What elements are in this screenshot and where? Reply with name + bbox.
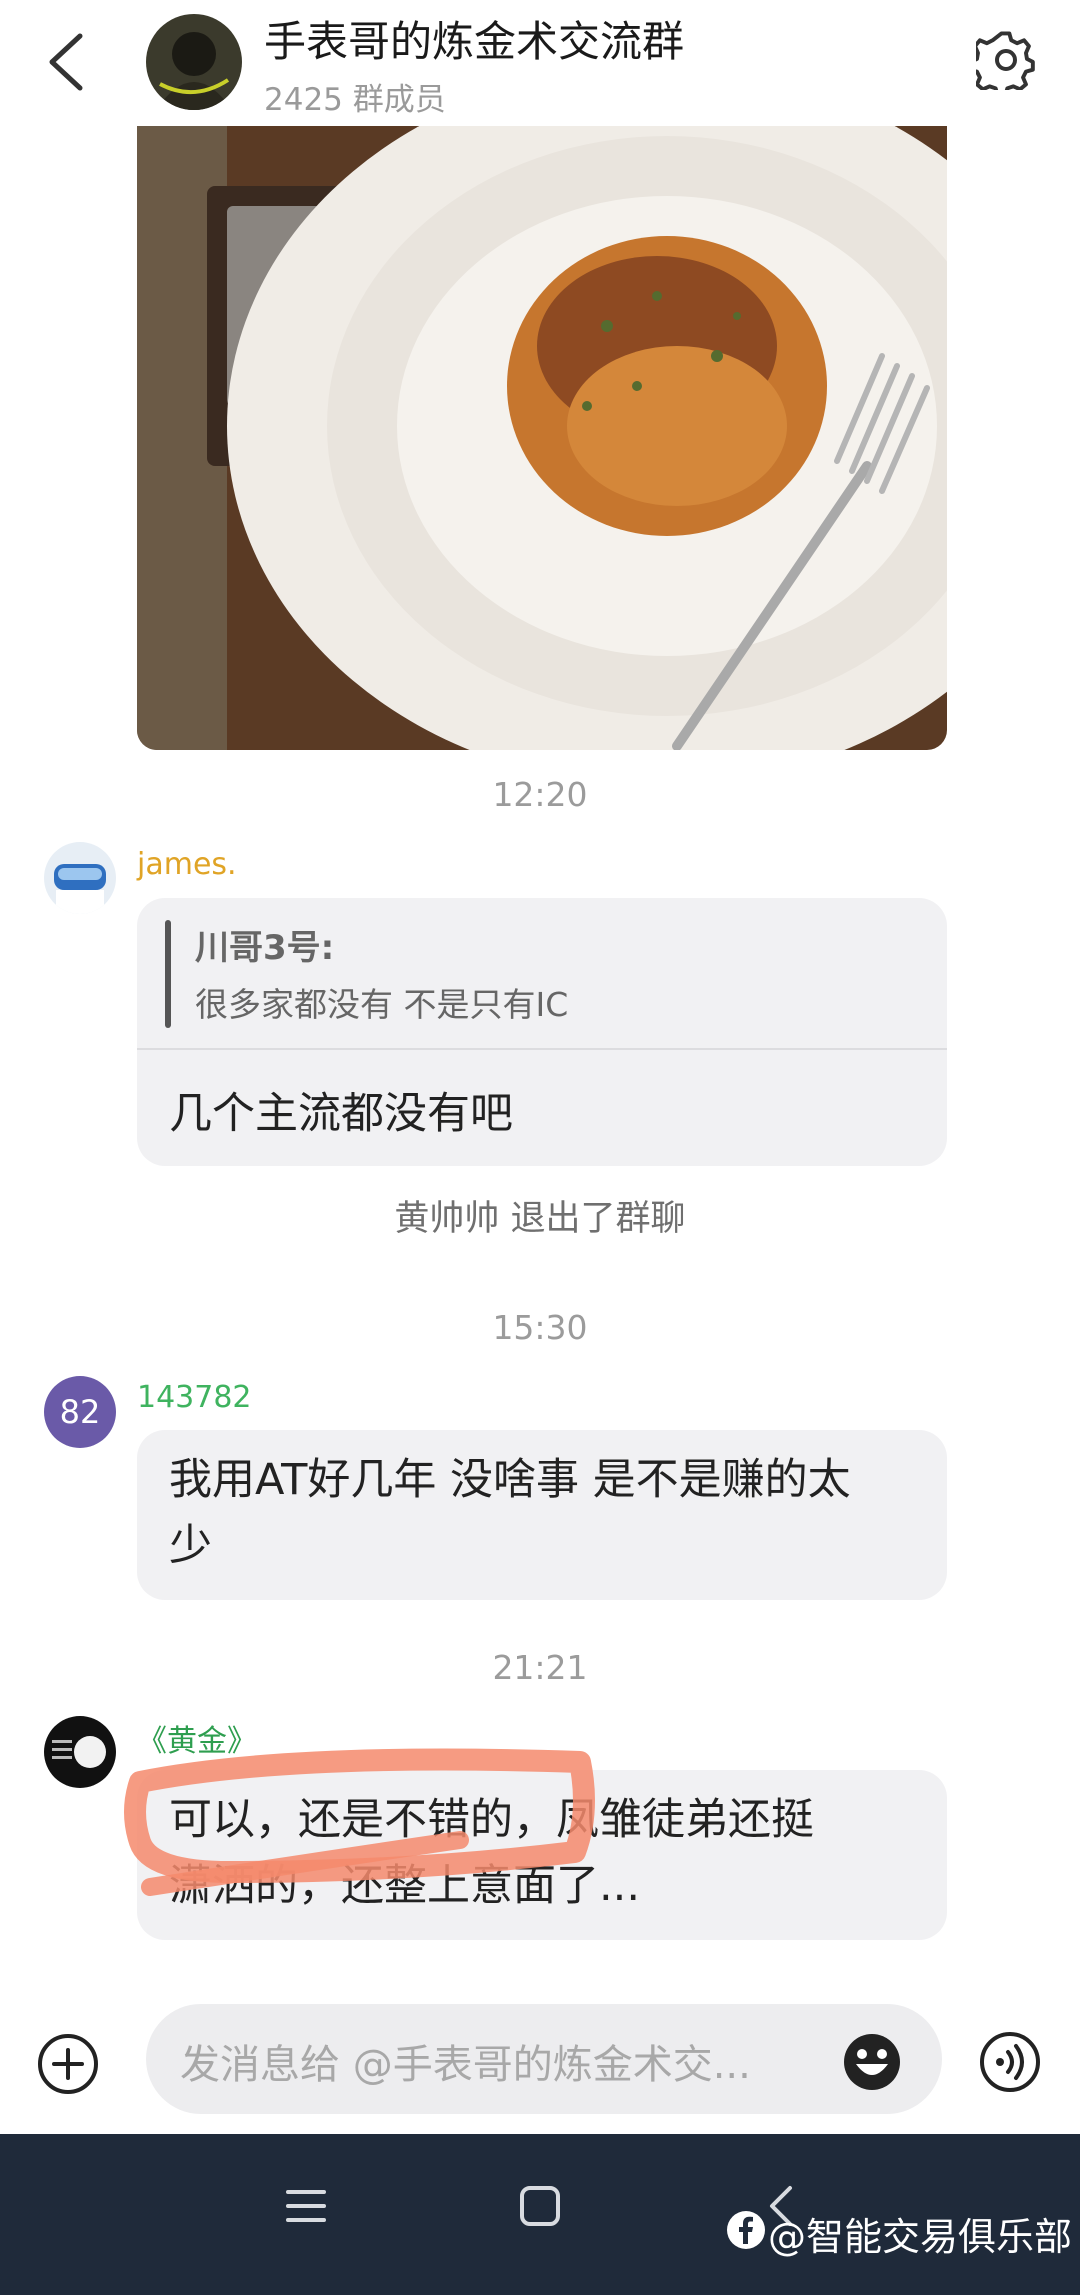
message-text-line: 我用AT好几年 没啥事 是不是赚的太 [169, 1455, 851, 1505]
quote-author: 川哥3号: [195, 928, 335, 968]
menu-icon[interactable] [284, 2184, 328, 2228]
back-arrow-icon[interactable] [38, 30, 94, 94]
group-avatar[interactable] [146, 14, 242, 110]
message-bubble[interactable]: 我用AT好几年 没啥事 是不是赚的太 少 [137, 1430, 947, 1600]
plus-circle-icon[interactable] [36, 2032, 100, 2096]
gear-icon[interactable] [976, 30, 1036, 90]
input-placeholder: 发消息给 @手表哥的炼金术交... [180, 2042, 751, 2088]
home-square-icon[interactable] [518, 2184, 562, 2228]
message-bubble[interactable]: 川哥3号: 很多家都没有 不是只有IC 几个主流都没有吧 [137, 898, 947, 1166]
message-text: 几个主流都没有吧 [169, 1089, 513, 1139]
quote-bar [165, 920, 171, 1028]
watermark: @智能交易俱乐部 [768, 2215, 1073, 2259]
timestamp: 15:30 [492, 1308, 588, 1347]
quote-divider [137, 1048, 947, 1050]
sender-name: james. [137, 847, 237, 882]
group-title: 手表哥的炼金术交流群 [264, 17, 685, 66]
image-message[interactable] [137, 126, 947, 750]
highlight-annotation [124, 1748, 595, 1896]
quote-text: 很多家都没有 不是只有IC [195, 985, 569, 1024]
timestamp: 12:20 [492, 775, 588, 814]
message-text-line: 少 [169, 1521, 212, 1571]
avatar[interactable] [44, 1716, 116, 1788]
facebook-icon [727, 2211, 765, 2249]
timestamp: 21:21 [492, 1648, 588, 1687]
emoji-icon[interactable] [840, 2030, 904, 2094]
voice-icon[interactable] [978, 2030, 1042, 2094]
sender-name: 143782 [137, 1380, 252, 1415]
avatar[interactable]: 82 [44, 1376, 116, 1448]
avatar-initials: 82 [59, 1393, 101, 1431]
member-count: 2425 群成员 [264, 82, 446, 118]
avatar[interactable] [44, 842, 116, 914]
system-notice: 黄帅帅 退出了群聊 [394, 1199, 686, 1239]
